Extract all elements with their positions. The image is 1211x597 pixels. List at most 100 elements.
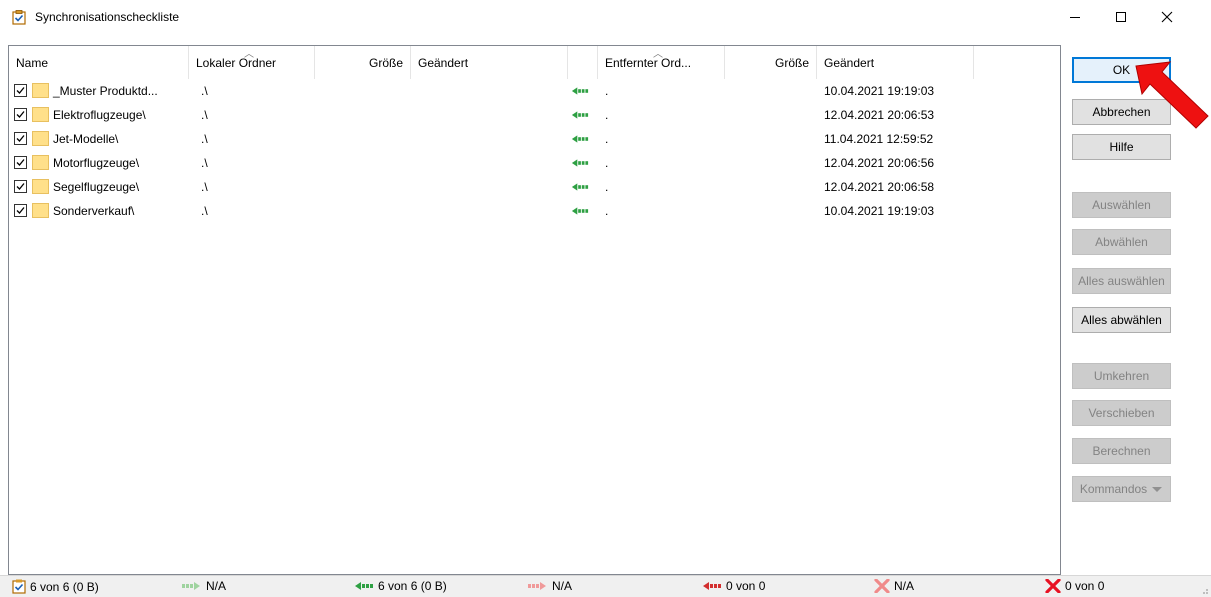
close-icon xyxy=(1161,11,1173,23)
title-bar: Synchronisationscheckliste xyxy=(0,0,1211,34)
row-remote-folder: . xyxy=(605,108,609,122)
table-row[interactable]: _Muster Produktd... .\ . 10.04.2021 19:1… xyxy=(9,79,1060,103)
status-upload: N/A xyxy=(182,579,226,593)
calculate-button[interactable]: Berechnen xyxy=(1072,438,1171,464)
select-all-button[interactable]: Alles auswählen xyxy=(1072,268,1171,294)
folder-icon xyxy=(32,107,49,122)
row-remote-folder: . xyxy=(605,204,609,218)
resize-grip-icon[interactable] xyxy=(1199,585,1209,595)
download-arrow-icon xyxy=(571,135,589,143)
deselect-label: Abwählen xyxy=(1095,235,1148,249)
row-remote-folder: . xyxy=(605,84,609,98)
deselect-button[interactable]: Abwählen xyxy=(1072,229,1171,255)
column-header-remote-size[interactable]: Größe xyxy=(725,46,817,79)
column-header-local-size[interactable]: Größe xyxy=(315,46,411,79)
chevron-down-icon xyxy=(1152,487,1162,492)
status-bar: 6 von 6 (0 B) N/A 6 von 6 (0 B) N/A 0 vo… xyxy=(0,575,1211,597)
row-local-folder: .\ xyxy=(201,132,208,146)
row-checkbox[interactable] xyxy=(14,108,27,121)
row-name: Jet-Modelle\ xyxy=(53,132,119,146)
select-all-label: Alles auswählen xyxy=(1078,274,1165,288)
row-checkbox[interactable] xyxy=(14,204,27,217)
error-x-icon xyxy=(1045,579,1061,593)
invert-button[interactable]: Umkehren xyxy=(1072,363,1171,389)
folder-icon xyxy=(32,131,49,146)
column-label: Entfernter Ord... xyxy=(605,55,692,70)
help-button[interactable]: Hilfe xyxy=(1072,134,1171,160)
download-arrow-icon xyxy=(571,87,589,95)
status-total: 6 von 6 (0 B) xyxy=(12,579,99,594)
column-label: Geändert xyxy=(824,55,875,70)
deselect-all-button[interactable]: Alles abwählen xyxy=(1072,307,1171,333)
status-upload-text: N/A xyxy=(206,579,227,593)
sync-list[interactable]: Name ︿ Lokaler Ordner Größe Geändert ︿ E… xyxy=(8,45,1061,575)
checkmark-icon xyxy=(16,207,25,214)
download-arrow-icon xyxy=(355,582,373,590)
select-label: Auswählen xyxy=(1092,198,1151,212)
row-remote-changed: 12.04.2021 20:06:58 xyxy=(824,180,935,194)
status-download: 6 von 6 (0 B) xyxy=(354,579,447,593)
row-name: Motorflugzeuge\ xyxy=(53,156,140,170)
table-row[interactable]: Sonderverkauf\ .\ . 10.04.2021 19:19:03 xyxy=(9,199,1060,223)
row-checkbox[interactable] xyxy=(14,84,27,97)
row-name: _Muster Produktd... xyxy=(53,84,158,98)
column-label: Größe xyxy=(774,55,809,70)
status-conflict: N/A xyxy=(874,579,914,593)
row-name: Sonderverkauf\ xyxy=(53,204,135,218)
close-button[interactable] xyxy=(1144,0,1190,34)
column-header-direction[interactable] xyxy=(568,46,598,79)
status-errors: 0 von 0 xyxy=(1045,579,1104,593)
row-remote-changed: 10.04.2021 19:19:03 xyxy=(824,204,935,218)
row-local-folder: .\ xyxy=(201,156,208,170)
list-header: Name ︿ Lokaler Ordner Größe Geändert ︿ E… xyxy=(9,46,1060,79)
minimize-button[interactable] xyxy=(1052,0,1098,34)
download-arrow-icon xyxy=(571,207,589,215)
row-remote-changed: 11.04.2021 12:59:52 xyxy=(824,132,934,146)
row-remote-folder: . xyxy=(605,156,609,170)
move-button[interactable]: Verschieben xyxy=(1072,400,1171,426)
local-delete-arrow-icon xyxy=(528,582,546,590)
column-header-remote-folder[interactable]: ︿ Entfernter Ord... xyxy=(598,46,725,79)
move-label: Verschieben xyxy=(1088,406,1155,420)
invert-label: Umkehren xyxy=(1093,369,1150,383)
table-row[interactable]: Segelflugzeuge\ .\ . 12.04.2021 20:06:58 xyxy=(9,175,1060,199)
row-local-folder: .\ xyxy=(201,108,208,122)
calculate-label: Berechnen xyxy=(1092,444,1151,458)
table-row[interactable]: Jet-Modelle\ .\ . 11.04.2021 12:59:52 xyxy=(9,127,1060,151)
row-remote-folder: . xyxy=(605,132,609,146)
checkmark-icon xyxy=(16,159,25,166)
sort-caret-icon: ︿ xyxy=(244,49,254,60)
download-arrow-icon xyxy=(571,111,589,119)
commands-button[interactable]: Kommandos xyxy=(1072,476,1171,502)
column-header-local-folder[interactable]: ︿ Lokaler Ordner xyxy=(189,46,315,79)
checklist-icon xyxy=(12,579,26,594)
deselect-all-label: Alles abwählen xyxy=(1081,313,1162,327)
minimize-icon xyxy=(1070,16,1080,18)
column-label: Größe xyxy=(368,55,403,70)
column-header-name[interactable]: Name xyxy=(9,46,189,79)
row-name: Elektroflugzeuge\ xyxy=(53,108,146,122)
column-label: Geändert xyxy=(418,55,469,70)
select-button[interactable]: Auswählen xyxy=(1072,192,1171,218)
table-row[interactable]: Elektroflugzeuge\ .\ . 12.04.2021 20:06:… xyxy=(9,103,1060,127)
row-checkbox[interactable] xyxy=(14,132,27,145)
column-header-remote-changed[interactable]: Geändert xyxy=(817,46,974,79)
red-pointer-arrow-icon xyxy=(1135,61,1209,129)
window-title: Synchronisationscheckliste xyxy=(35,10,180,24)
download-arrow-icon xyxy=(571,183,589,191)
column-header-local-changed[interactable]: Geändert xyxy=(411,46,568,79)
row-remote-changed: 10.04.2021 19:19:03 xyxy=(824,84,935,98)
column-label: Name xyxy=(16,55,49,70)
status-conflict-text: N/A xyxy=(894,579,915,593)
maximize-button[interactable] xyxy=(1098,0,1144,34)
row-checkbox[interactable] xyxy=(14,156,27,169)
remote-delete-arrow-icon xyxy=(703,582,721,590)
status-total-text: 6 von 6 (0 B) xyxy=(30,579,99,594)
status-local-delete: N/A xyxy=(528,579,572,593)
checkmark-icon xyxy=(16,111,25,118)
table-row[interactable]: Motorflugzeuge\ .\ . 12.04.2021 20:06:56 xyxy=(9,151,1060,175)
checkmark-icon xyxy=(16,135,25,142)
row-checkbox[interactable] xyxy=(14,180,27,193)
status-remote-delete: 0 von 0 xyxy=(702,579,765,593)
upload-arrow-icon xyxy=(182,582,200,590)
